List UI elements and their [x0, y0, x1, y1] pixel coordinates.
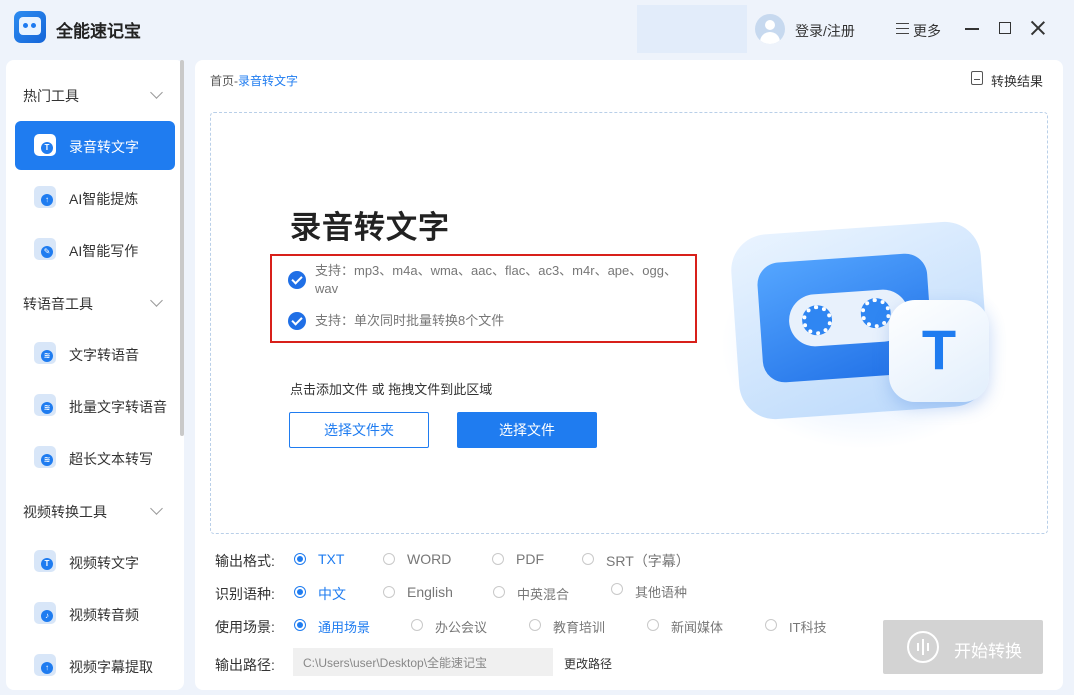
format-option-srt[interactable]: SRT（字幕）	[606, 551, 690, 571]
sidebar-item-label: 文字转语音	[69, 347, 139, 363]
radio-lang-english[interactable]	[383, 586, 395, 598]
sidebar-section-hot-tools[interactable]: 热门工具	[23, 86, 79, 106]
radio-scene-general[interactable]	[294, 619, 306, 631]
breadcrumb-current: 录音转文字	[238, 74, 299, 88]
sidebar-scrollbar[interactable]	[180, 60, 184, 436]
waveform-icon	[907, 631, 939, 663]
menu-icon[interactable]	[896, 23, 909, 34]
sidebar-section-tts-tools[interactable]: 转语音工具	[23, 294, 93, 314]
batch-support-text: 支持：单次同时批量转换8个文件	[315, 313, 505, 328]
title-bar-hover-area	[637, 5, 747, 53]
sidebar-item-label: 录音转文字	[69, 139, 139, 155]
breadcrumb-home[interactable]: 首页	[210, 74, 234, 88]
app-logo-icon	[14, 11, 46, 43]
page-title: 录音转文字	[290, 210, 450, 245]
language-option-mixed[interactable]: 中英混合	[517, 584, 569, 603]
sidebar-section-video-tools[interactable]: 视频转换工具	[23, 502, 107, 522]
drop-hint-text: 点击添加文件 或 拖拽文件到此区域	[290, 382, 493, 397]
sidebar: 热门工具 T 录音转文字 ↑ AI智能提炼 ✎ AI智能写作 转语音工具 ≋ 文…	[6, 60, 184, 690]
radio-scene-meeting[interactable]	[411, 619, 423, 631]
scene-option-meeting[interactable]: 办公会议	[435, 617, 487, 636]
sidebar-item-label: AI智能提炼	[69, 191, 139, 207]
scene-option-education[interactable]: 教育培训	[553, 617, 605, 636]
breadcrumb: 首页-录音转文字	[210, 72, 298, 89]
long-text-icon: ≋	[34, 446, 56, 468]
audio-to-text-icon: T	[34, 134, 56, 156]
chevron-down-icon[interactable]	[150, 294, 163, 307]
scene-label: 使用场景:	[215, 619, 275, 635]
output-path-field[interactable]	[293, 648, 553, 676]
sidebar-item-ai-extract[interactable]: ↑ AI智能提炼	[15, 173, 175, 222]
language-option-other[interactable]: 其他语种	[635, 582, 687, 601]
sidebar-item-batch-text-to-speech[interactable]: ≋ 批量文字转语音	[15, 381, 175, 430]
close-button[interactable]	[1030, 20, 1046, 36]
radio-format-word[interactable]	[383, 553, 395, 565]
radio-scene-news[interactable]	[647, 619, 659, 631]
sidebar-item-subtitle-extract[interactable]: ↑ 视频字幕提取	[15, 641, 175, 690]
more-menu-button[interactable]: 更多	[913, 21, 941, 41]
start-conversion-label: 开始转换	[954, 642, 1022, 661]
scene-option-news[interactable]: 新闻媒体	[671, 617, 723, 636]
minimize-button[interactable]	[965, 28, 979, 30]
output-path-label: 输出路径:	[215, 657, 275, 673]
select-file-button[interactable]: 选择文件	[457, 412, 597, 448]
radio-scene-education[interactable]	[529, 619, 541, 631]
format-option-pdf[interactable]: PDF	[516, 551, 544, 567]
supported-formats-text: 支持：mp3、m4a、wma、aac、flac、ac3、m4r、ape、ogg、…	[315, 263, 677, 296]
video-to-text-icon: T	[34, 550, 56, 572]
sidebar-item-label: 视频转文字	[69, 555, 139, 571]
radio-scene-it[interactable]	[765, 619, 777, 631]
sidebar-item-label: 超长文本转写	[69, 451, 153, 467]
format-option-txt[interactable]: TXT	[318, 551, 344, 567]
gear-icon	[859, 297, 892, 330]
sidebar-item-video-to-audio[interactable]: ♪ 视频转音频	[15, 589, 175, 638]
ai-writing-icon: ✎	[34, 238, 56, 260]
text-to-speech-icon: ≋	[34, 342, 56, 364]
scene-option-general[interactable]: 通用场景	[318, 617, 370, 636]
radio-format-srt[interactable]	[582, 553, 594, 565]
ai-extract-icon: ↑	[34, 186, 56, 208]
language-option-chinese[interactable]: 中文	[318, 584, 346, 604]
radio-lang-other[interactable]	[611, 583, 623, 595]
sidebar-item-audio-to-text[interactable]: T 录音转文字	[15, 121, 175, 170]
sidebar-item-text-to-speech[interactable]: ≋ 文字转语音	[15, 329, 175, 378]
radio-lang-chinese[interactable]	[294, 586, 306, 598]
radio-format-pdf[interactable]	[492, 553, 504, 565]
app-title: 全能速记宝	[56, 22, 141, 41]
sidebar-item-long-text-transcribe[interactable]: ≋ 超长文本转写	[15, 433, 175, 482]
chevron-down-icon[interactable]	[150, 86, 163, 99]
output-format-label: 输出格式:	[215, 553, 275, 569]
chevron-down-icon[interactable]	[150, 502, 163, 515]
sidebar-item-video-to-text[interactable]: T 视频转文字	[15, 537, 175, 586]
select-folder-button[interactable]: 选择文件夹	[289, 412, 429, 448]
check-circle-icon	[288, 271, 306, 289]
language-option-english[interactable]: English	[407, 584, 453, 600]
login-register-link[interactable]: 登录/注册	[795, 21, 855, 41]
text-t-icon: T	[889, 300, 989, 402]
check-circle-icon	[288, 312, 306, 330]
subtitle-extract-icon: ↑	[34, 654, 56, 676]
scene-option-it[interactable]: IT科技	[789, 617, 827, 636]
gear-icon	[801, 304, 834, 337]
sidebar-item-label: AI智能写作	[69, 243, 139, 259]
conversion-results-link[interactable]: 转换结果	[991, 71, 1043, 90]
radio-lang-mixed[interactable]	[493, 586, 505, 598]
sidebar-item-label: 批量文字转语音	[69, 399, 167, 415]
sidebar-item-label: 视频字幕提取	[69, 659, 153, 675]
video-to-audio-icon: ♪	[34, 602, 56, 624]
format-option-word[interactable]: WORD	[407, 551, 451, 567]
avatar[interactable]	[755, 14, 785, 44]
change-path-link[interactable]: 更改路径	[564, 655, 612, 672]
radio-format-txt[interactable]	[294, 553, 306, 565]
maximize-button[interactable]	[999, 22, 1011, 34]
sidebar-item-label: 视频转音频	[69, 607, 139, 623]
document-icon[interactable]	[971, 71, 983, 85]
sidebar-item-ai-writing[interactable]: ✎ AI智能写作	[15, 225, 175, 274]
language-label: 识别语种:	[215, 586, 275, 602]
batch-text-to-speech-icon: ≋	[34, 394, 56, 416]
